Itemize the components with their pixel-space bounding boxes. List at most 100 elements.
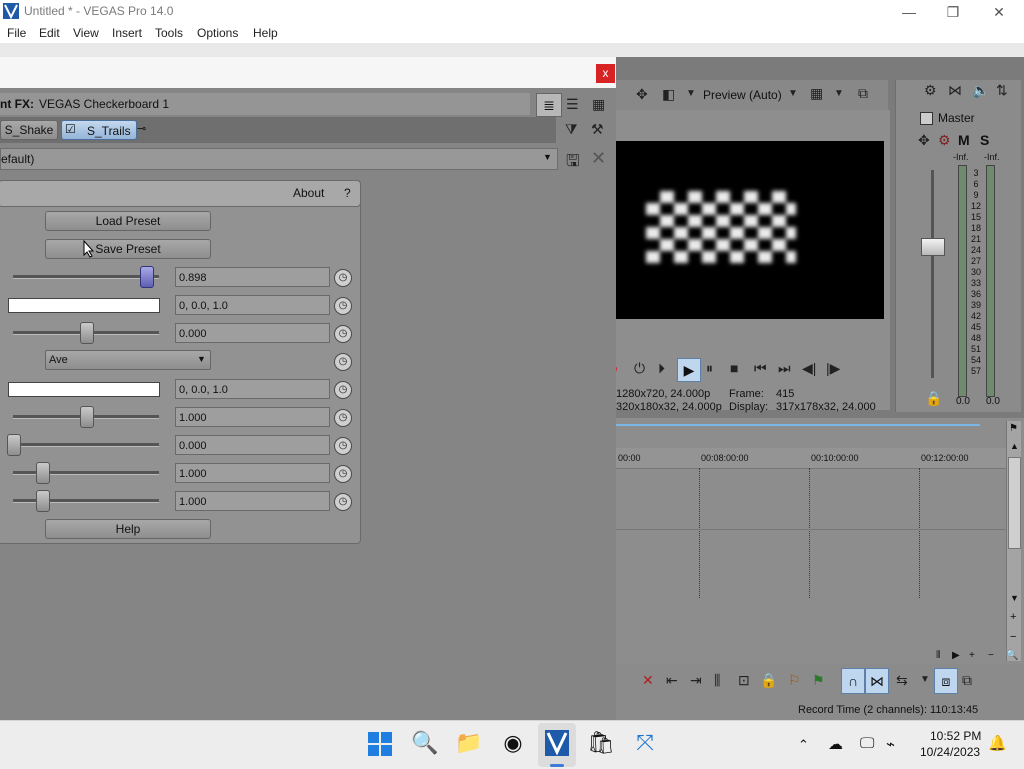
close-button[interactable]: ✕ [976,2,1022,22]
param-value[interactable]: 0, 0.0, 1.0 [175,295,330,315]
menu-tools[interactable]: Tools [155,26,183,40]
mute-button[interactable]: M [958,132,970,148]
scroll-down-icon[interactable]: ▼ [1010,593,1019,603]
chain-position-icon[interactable]: ⧩ [565,121,578,138]
animate-icon[interactable]: ◷ [334,381,352,399]
speaker-icon[interactable]: 🔈 [972,82,989,99]
animate-icon[interactable]: ◷ [334,437,352,455]
fx-icon[interactable]: ⚙ [938,132,951,149]
split-screen-icon[interactable]: ✥ [636,86,648,103]
downmix-icon[interactable]: ⇅ [996,82,1008,99]
animate-icon[interactable]: ◷ [334,297,352,315]
lock-envelopes-icon[interactable]: ⧈ [934,668,958,694]
vegas-taskbar-icon[interactable] [538,723,576,767]
remove-fx-icon[interactable]: ⚒ [591,121,604,138]
scroll-up-icon[interactable]: ▲ [1010,441,1019,451]
file-explorer-icon[interactable]: 📁 [454,728,484,758]
plugin-help-button[interactable]: Help [45,519,211,539]
view-list-icon[interactable]: ≣ [536,93,562,117]
trim-icon[interactable]: ⊡ [738,672,750,689]
search-icon[interactable]: 🔍 [410,728,440,758]
region-icon[interactable]: ⚑ [812,672,825,689]
param-value[interactable]: 1.000 [175,407,330,427]
network-icon[interactable]: ⌁ [886,735,895,753]
insert-bus-icon[interactable]: ⋈ [948,82,962,99]
go-to-end-icon[interactable]: ⏭ [778,360,791,377]
scroll-thumb[interactable] [1008,457,1021,549]
grid-icon[interactable]: ▦ [810,85,823,102]
trim-start-icon[interactable]: ⇤ [666,672,678,689]
zoom-out-icon[interactable]: − [988,650,994,661]
solo-button[interactable]: S [980,132,989,148]
notification-bell-icon[interactable]: 🔔 [988,734,1007,752]
chevron-down-icon[interactable]: ▼ [543,152,552,162]
checkbox-checked-icon[interactable]: ☑ [65,122,76,136]
chevron-down-icon[interactable]: ▼ [686,88,696,99]
menu-file[interactable]: File [7,26,26,40]
fx-chain-item-s-shake[interactable]: S_Shake [0,120,58,140]
clock-date[interactable]: 10/24/2023 [920,745,980,759]
param-value[interactable]: 1.000 [175,463,330,483]
pause-icon[interactable]: ⏸ [706,360,713,377]
param-value[interactable]: 0.000 [175,435,330,455]
minimize-button[interactable]: — [886,2,932,22]
chevron-down-icon[interactable]: ▼ [834,88,844,99]
clock-time[interactable]: 10:52 PM [930,729,981,743]
chevron-down-icon[interactable]: ▼ [197,354,206,364]
next-frame-icon[interactable]: |▶ [826,360,840,377]
ignore-grouping-icon[interactable]: ⧉ [962,672,972,689]
master-fader[interactable] [921,238,945,256]
scroll-right-icon[interactable]: ▶ [952,650,960,661]
play-button[interactable]: ▶ [677,358,701,382]
play-from-start-icon[interactable]: ⏵ [658,360,665,377]
chevron-down-icon[interactable]: ▼ [788,88,798,99]
pan-icon[interactable]: ✥ [918,132,930,149]
menu-help[interactable]: Help [253,26,278,40]
param-slider[interactable] [140,266,154,288]
preset-select[interactable]: efault) ▼ [0,148,558,170]
loop-icon[interactable]: ⏻ [634,360,645,377]
save-preset-icon[interactable]: 🖫 [566,150,580,177]
param-slider[interactable] [80,322,94,344]
zoom-tool-icon[interactable]: 🔍 [1006,650,1018,661]
param-slider[interactable] [7,434,21,456]
master-checkbox[interactable] [920,112,933,125]
param-value[interactable]: 0, 0.0, 1.0 [175,379,330,399]
fx-chain-item-s-trails[interactable]: ☑ S_Trails [61,120,137,140]
scroll-grip-icon[interactable]: ⦀ [936,650,940,661]
timeline-vscrollbar[interactable]: ⚑ ▲ ▼ + − [1006,421,1021,661]
blend-mode-select[interactable]: Ave ▼ [45,350,211,370]
menu-edit[interactable]: Edit [39,26,60,40]
animate-icon[interactable]: ◷ [334,325,352,343]
lock-icon[interactable]: 🔒 [925,390,942,407]
zoom-out-icon[interactable]: − [1010,631,1016,643]
load-preset-button[interactable]: Load Preset [45,211,211,231]
snapping-icon[interactable]: ∩ [841,668,865,694]
animate-icon[interactable]: ◷ [334,409,352,427]
chrome-icon[interactable]: ◉ [498,728,528,758]
gear-icon[interactable]: ⚙ [924,82,937,99]
remote-desktop-icon[interactable]: ⤧ [630,728,660,758]
chevron-up-icon[interactable]: ⌃ [798,737,809,753]
color-swatch[interactable] [8,382,160,397]
maximize-button[interactable]: ❐ [930,2,976,22]
lock-icon[interactable]: 🔒 [760,672,777,689]
animate-icon[interactable]: ◷ [334,493,352,511]
view-details-icon[interactable]: ☰ [566,96,579,113]
cloud-icon[interactable]: ☁ [828,735,843,753]
zoom-in-icon[interactable]: + [1010,611,1016,623]
about-link[interactable]: About [293,186,324,200]
animate-icon[interactable]: ◷ [334,269,352,287]
delete-icon[interactable]: ✕ [642,672,654,689]
param-slider[interactable] [36,490,50,512]
zoom-in-icon[interactable]: + [969,650,975,661]
menu-options[interactable]: Options [197,26,238,40]
timeline-loop-bar[interactable] [616,424,980,426]
param-value[interactable]: 0.898 [175,267,330,287]
ripple-edit-icon[interactable]: ⇆ [896,672,908,689]
store-icon[interactable]: 🛍 [586,728,616,758]
param-slider[interactable] [36,462,50,484]
animate-icon[interactable]: ◷ [334,353,352,371]
copy-snapshot-icon[interactable]: ⧉ [858,85,868,102]
view-grid-icon[interactable]: ▦ [592,96,605,113]
